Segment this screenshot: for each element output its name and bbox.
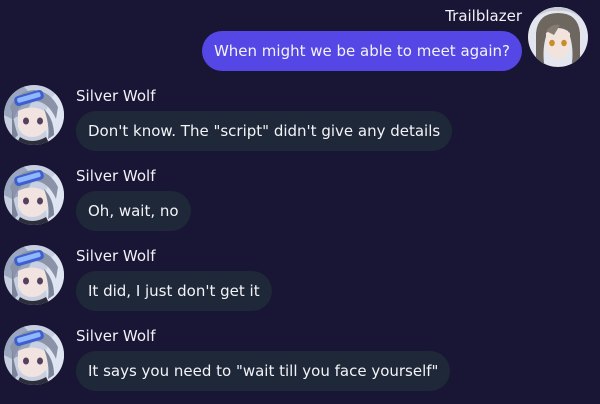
message-bubble-outgoing[interactable]: When might we be able to meet again? [201,31,522,71]
silver-wolf-avatar[interactable] [4,85,64,145]
sender-name: Trailblazer [445,7,522,25]
message-bubble-incoming[interactable]: Don't know. The "script" didn't give any… [76,111,453,151]
trailblazer-avatar[interactable] [528,7,588,67]
silver-wolf-avatar[interactable] [4,165,64,225]
silver-wolf-avatar[interactable] [4,325,64,385]
sender-name: Silver Wolf [76,247,156,265]
message-bubble-incoming[interactable]: It says you need to "wait till you face … [76,351,451,391]
sender-name: Silver Wolf [76,167,156,185]
chat-window: Trailblazer When might we be able to mee… [0,0,600,404]
sender-name: Silver Wolf [76,327,156,345]
message-bubble-incoming[interactable]: It did, I just don't get it [76,271,272,311]
message-bubble-incoming[interactable]: Oh, wait, no [76,191,191,231]
silver-wolf-avatar[interactable] [4,245,64,305]
sender-name: Silver Wolf [76,87,156,105]
